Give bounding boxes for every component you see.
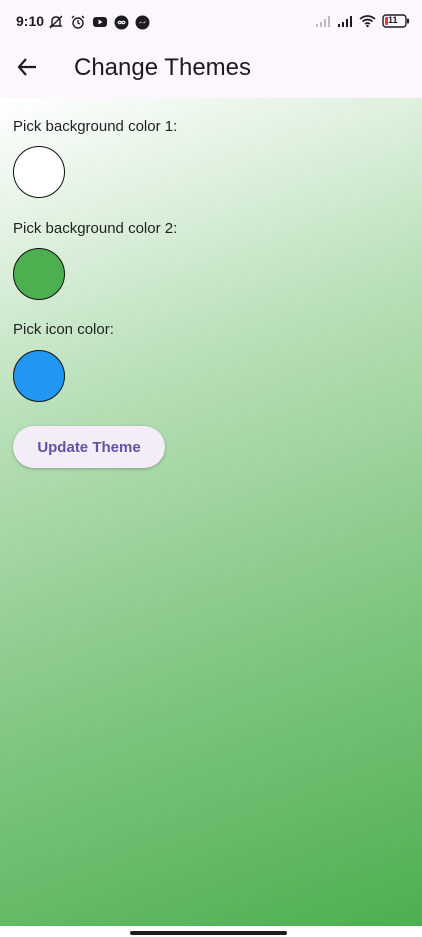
alarm-icon — [70, 14, 86, 30]
update-theme-button[interactable]: Update Theme — [13, 426, 165, 468]
background-color-1-label: Pick background color 1: — [13, 118, 178, 135]
navigation-bar — [0, 926, 422, 937]
back-button[interactable] — [12, 54, 42, 84]
page-title: Change Themes — [74, 54, 251, 81]
signal-icon — [337, 14, 353, 28]
status-icons-left — [48, 14, 150, 30]
icon-color-label: Pick icon color: — [13, 321, 114, 338]
home-gesture-handle[interactable] — [130, 931, 287, 935]
status-bar: 9:10 11 — [0, 0, 422, 44]
icon-color-swatch[interactable] — [13, 350, 65, 402]
status-time: 9:10 — [16, 13, 45, 29]
screen: 9:10 11 Change Themes Pick background co… — [0, 0, 422, 937]
battery-icon: 11 — [382, 14, 410, 28]
infinity-icon — [114, 15, 129, 30]
theme-settings-panel: Pick background color 1: Pick background… — [0, 98, 422, 926]
messenger-icon — [135, 15, 150, 30]
app-bar: Change Themes — [0, 44, 422, 98]
youtube-icon — [92, 15, 108, 29]
wifi-icon — [359, 14, 376, 28]
arrow-back-icon — [16, 56, 38, 83]
background-color-2-swatch[interactable] — [13, 248, 65, 300]
background-color-1-swatch[interactable] — [13, 146, 65, 198]
notifications-off-icon — [48, 14, 64, 30]
background-color-2-label: Pick background color 2: — [13, 220, 178, 237]
battery-level: 11 — [388, 15, 398, 25]
status-icons-right: 11 — [315, 14, 410, 28]
signal-icon — [315, 14, 331, 28]
